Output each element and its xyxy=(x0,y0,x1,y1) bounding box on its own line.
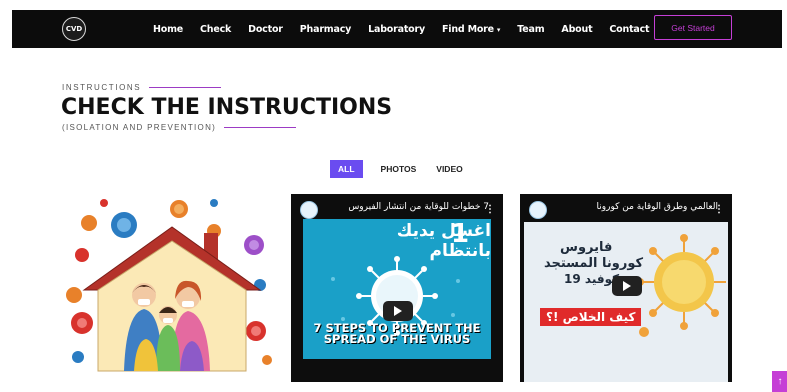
chevron-down-icon: ▾ xyxy=(496,25,501,34)
nav-find-more-label: Find More xyxy=(441,23,494,35)
coronavirus-illustration xyxy=(524,222,728,382)
video-arabic-caption-2: كورونا المستجد xyxy=(544,256,644,271)
nav-find-more[interactable]: Find More ▾ xyxy=(442,24,500,35)
subtitle-divider xyxy=(224,126,297,129)
video-english-caption: 7 STEPS TO PREVENT THE SPREAD OF THE VIR… xyxy=(313,321,481,346)
nav-home[interactable]: Home xyxy=(153,24,183,35)
navbar: CVD Home Check Doctor Pharmacy Laborator… xyxy=(12,10,782,48)
isolation-illustration[interactable] xyxy=(64,195,274,385)
play-icon xyxy=(623,281,631,291)
filter-video[interactable]: VIDEO xyxy=(436,164,462,174)
subtitle-text: (ISOLATION AND PREVENTION) xyxy=(62,123,217,132)
filter-all[interactable]: ALL xyxy=(330,160,363,178)
kicker-divider xyxy=(149,86,222,89)
video-title[interactable]: 7 خطوات للوقاية من انتشار الفيروس xyxy=(321,202,489,212)
nav-doctor[interactable]: Doctor xyxy=(248,24,283,35)
play-icon xyxy=(394,306,402,316)
scroll-top-button[interactable]: ↑ xyxy=(772,371,787,392)
logo[interactable]: CVD xyxy=(62,17,86,41)
video-thumbnail: فايروس كورونا المستجد كوفيد 19 كيف الخلا… xyxy=(524,222,728,382)
video-arabic-caption-3: كوفيد 19 xyxy=(564,272,620,286)
get-started-button[interactable]: Get Started xyxy=(654,15,732,40)
nav-links: Home Check Doctor Pharmacy Laboratory Fi… xyxy=(153,10,666,48)
more-options-icon[interactable]: ⋮ xyxy=(714,204,724,215)
video-thumbnail: اغسل يديك بانتظام 1 7 STEPS TO PREVENT T… xyxy=(303,219,491,359)
kicker-text: INSTRUCTIONS xyxy=(62,83,142,92)
house-family-image xyxy=(66,199,272,372)
video-card-2[interactable]: العالمي وطرق الوقاية من كورونا ⋮ فايروس … xyxy=(520,194,732,382)
nav-about[interactable]: About xyxy=(561,24,592,35)
nav-contact[interactable]: Contact xyxy=(609,24,649,35)
section-kicker: INSTRUCTIONS xyxy=(62,83,222,92)
filter-photos[interactable]: PHOTOS xyxy=(381,164,417,174)
video-banner: كيف الخلاص !؟ xyxy=(540,308,642,326)
arrow-up-icon: ↑ xyxy=(777,376,783,387)
play-button[interactable] xyxy=(612,276,642,296)
video-arabic-caption-1: فايروس xyxy=(560,240,613,255)
page-title: CHECK THE INSTRUCTIONS xyxy=(61,95,393,120)
channel-avatar xyxy=(529,201,547,219)
play-button[interactable] xyxy=(383,301,413,321)
channel-avatar xyxy=(300,201,318,219)
nav-check[interactable]: Check xyxy=(200,24,231,35)
more-options-icon[interactable]: ⋮ xyxy=(485,204,495,215)
nav-team[interactable]: Team xyxy=(517,24,544,35)
nav-laboratory[interactable]: Laboratory xyxy=(368,24,425,35)
filter-bar: ALL PHOTOS VIDEO xyxy=(330,160,483,178)
section-subtitle: (ISOLATION AND PREVENTION) xyxy=(62,123,297,132)
video-title[interactable]: العالمي وطرق الوقاية من كورونا xyxy=(550,202,719,212)
video-card-1[interactable]: 7 خطوات للوقاية من انتشار الفيروس ⋮ اغسل… xyxy=(291,194,503,382)
nav-pharmacy[interactable]: Pharmacy xyxy=(300,24,352,35)
